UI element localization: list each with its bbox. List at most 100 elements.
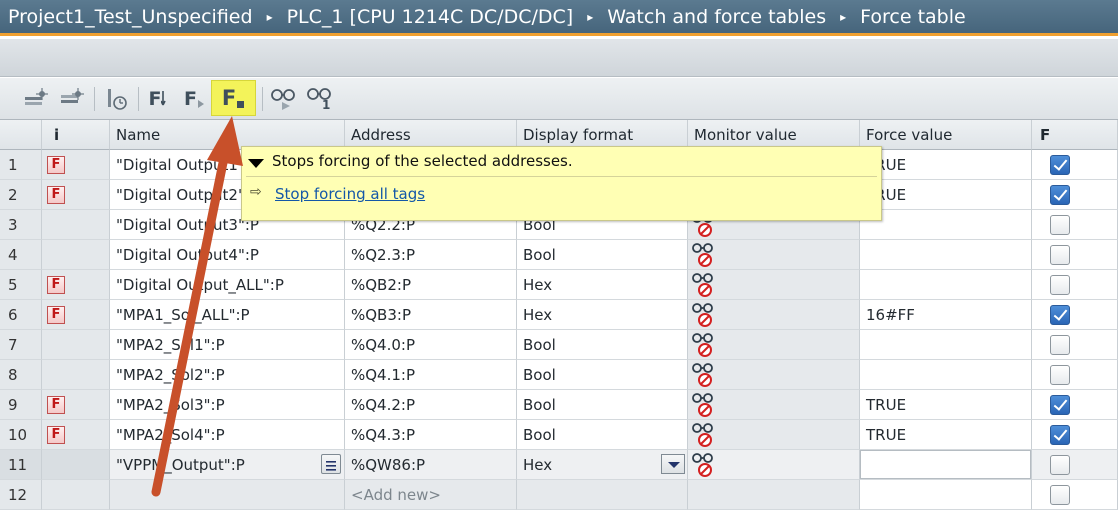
force-value-input[interactable] [860, 450, 1031, 479]
force-checkbox-cell [1032, 180, 1118, 210]
force-value[interactable]: 16#FF [860, 300, 1032, 330]
monitor-unavailable-icon [692, 363, 713, 387]
tag-address[interactable]: %Q4.1:P [345, 360, 517, 390]
row-number[interactable]: 2 [0, 180, 42, 210]
tag-address[interactable]: %Q4.0:P [345, 330, 517, 360]
force-checkbox[interactable] [1050, 395, 1070, 415]
tooltip-divider [246, 176, 877, 177]
force-value[interactable]: TRUE [860, 390, 1032, 420]
row-number[interactable]: 3 [0, 210, 42, 240]
tag-name[interactable]: "Digital Output_ALL":P [110, 270, 345, 300]
stop-forcing-button[interactable]: F [211, 80, 256, 116]
add-row-button[interactable] [56, 83, 86, 115]
table-row[interactable]: 4 "Digital Output4":P %Q2.3:P Bool [0, 240, 1118, 270]
force-checkbox[interactable] [1050, 185, 1070, 205]
force-checkbox[interactable] [1050, 365, 1070, 385]
row-number[interactable]: 8 [0, 360, 42, 390]
row-number[interactable]: 1 [0, 150, 42, 180]
tag-name[interactable]: "Digital Output4":P [110, 240, 345, 270]
force-value[interactable]: TRUE [860, 150, 1032, 180]
display-format[interactable]: Bool [517, 330, 688, 360]
row-number[interactable]: 9 [0, 390, 42, 420]
table-row[interactable]: 9 F "MPA2_Sol3":P %Q4.2:P Bool TRUE [0, 390, 1118, 420]
force-value[interactable] [860, 450, 1032, 480]
start-forcing-button[interactable]: F [144, 83, 176, 115]
force-value[interactable] [860, 270, 1032, 300]
row-number[interactable]: 12 [0, 480, 42, 510]
tag-name[interactable]: "MPA2_Sol1":P [110, 330, 345, 360]
row-number[interactable]: 6 [0, 300, 42, 330]
tag-name[interactable]: "MPA1_Sol_ALL":P [110, 300, 345, 330]
force-value[interactable] [860, 240, 1032, 270]
display-format[interactable]: Hex [517, 300, 688, 330]
toolbar-divider [262, 87, 263, 111]
breadcrumb-plc[interactable]: PLC_1 [CPU 1214C DC/DC/DC] [287, 0, 574, 34]
force-value[interactable] [860, 210, 1032, 240]
display-format-dropdown-icon[interactable] [661, 454, 685, 474]
stop-forcing-all-tags-link[interactable]: Stop forcing all tags [275, 185, 425, 203]
table-row[interactable]: 10 F "MPA2_Sol4":P %Q4.3:P Bool TRUE [0, 420, 1118, 450]
tag-name[interactable]: "VPPM_Output":P [110, 450, 345, 480]
table-row[interactable]: 8 "MPA2_Sol2":P %Q4.1:P Bool [0, 360, 1118, 390]
tag-address[interactable]: %Q2.3:P [345, 240, 517, 270]
force-value[interactable] [860, 480, 1032, 510]
add-new-placeholder[interactable]: <Add new> [345, 480, 517, 510]
force-checkbox[interactable] [1050, 425, 1070, 445]
display-format[interactable]: Hex [517, 270, 688, 300]
tag-address[interactable]: %Q4.2:P [345, 390, 517, 420]
table-row[interactable]: 7 "MPA2_Sol1":P %Q4.0:P Bool [0, 330, 1118, 360]
tag-name[interactable]: "MPA2_Sol2":P [110, 360, 345, 390]
table-row[interactable]: 11 "VPPM_Output":P %QW86:P Hex [0, 450, 1118, 480]
tooltip-expand-icon[interactable] [248, 159, 264, 168]
table-row[interactable]: 6 F "MPA1_Sol_ALL":P %QB3:P Hex 16#FF [0, 300, 1118, 330]
monitor-value [688, 450, 860, 480]
row-number[interactable]: 7 [0, 330, 42, 360]
force-value[interactable]: TRUE [860, 420, 1032, 450]
display-format[interactable]: Bool [517, 420, 688, 450]
display-format[interactable]: Bool [517, 360, 688, 390]
force-checkbox[interactable] [1050, 485, 1070, 505]
header-info-icon: i [42, 120, 110, 150]
breadcrumb-watch-force-tables[interactable]: Watch and force tables [607, 0, 826, 34]
forced-flag-icon: F [47, 156, 65, 174]
link-arrow-icon: ⇨ [250, 184, 262, 200]
force-value[interactable] [860, 360, 1032, 390]
tag-address[interactable]: %QB3:P [345, 300, 517, 330]
tag-address[interactable]: %Q4.3:P [345, 420, 517, 450]
force-checkbox[interactable] [1050, 305, 1070, 325]
force-checkbox[interactable] [1050, 455, 1070, 475]
force-checkbox[interactable] [1050, 335, 1070, 355]
force-all-button[interactable]: F [180, 83, 210, 115]
tag-address[interactable]: %QW86:P [345, 450, 517, 480]
force-checkbox[interactable] [1050, 275, 1070, 295]
monitor-now-button[interactable]: 1 [304, 83, 336, 115]
monitor-value [688, 300, 860, 330]
tag-address[interactable]: %QB2:P [345, 270, 517, 300]
tag-name[interactable]: "MPA2_Sol3":P [110, 390, 345, 420]
toolbar: F F F 1 [0, 78, 1118, 120]
force-checkbox[interactable] [1050, 245, 1070, 265]
row-number[interactable]: 5 [0, 270, 42, 300]
display-format[interactable]: Hex [517, 450, 688, 480]
table-row[interactable]: 5 F "Digital Output_ALL":P %QB2:P Hex [0, 270, 1118, 300]
tag-name[interactable]: "MPA2_Sol4":P [110, 420, 345, 450]
force-value[interactable]: TRUE [860, 180, 1032, 210]
table-row[interactable]: 12 <Add new> [0, 480, 1118, 510]
insert-row-button[interactable] [20, 83, 50, 115]
display-format[interactable] [517, 480, 688, 510]
tag-list-button-icon[interactable] [321, 454, 341, 474]
row-info: F [42, 270, 110, 300]
header-force-value[interactable]: Force value [860, 120, 1032, 150]
display-format[interactable]: Bool [517, 240, 688, 270]
monitor-all-button[interactable] [268, 83, 300, 115]
show-modify-columns-button[interactable] [100, 83, 132, 115]
row-number[interactable]: 11 [0, 450, 42, 480]
row-number[interactable]: 4 [0, 240, 42, 270]
force-checkbox[interactable] [1050, 215, 1070, 235]
force-value[interactable] [860, 330, 1032, 360]
force-checkbox[interactable] [1050, 155, 1070, 175]
row-number[interactable]: 10 [0, 420, 42, 450]
display-format[interactable]: Bool [517, 390, 688, 420]
tag-name[interactable] [110, 480, 345, 510]
breadcrumb-project[interactable]: Project1_Test_Unspecified [8, 0, 253, 34]
